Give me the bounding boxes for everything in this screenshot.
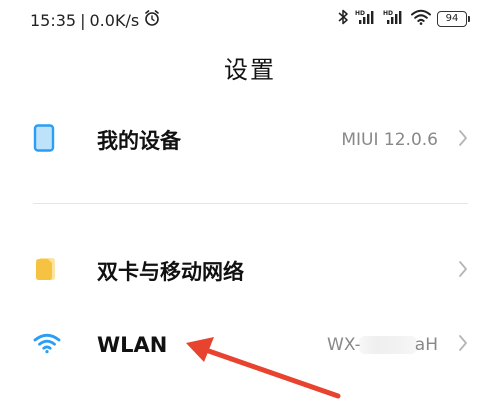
hd-signal-icon-2: HD [383, 8, 405, 30]
hd-signal-icon: HD [355, 8, 377, 30]
wifi-status-icon [411, 9, 431, 29]
phone-icon [33, 124, 55, 156]
wifi-name-prefix: WX- [327, 335, 361, 355]
svg-text:HD: HD [355, 10, 365, 17]
row-label-my-device: 我的设备 [97, 129, 181, 153]
wifi-name-suffix: aH [414, 335, 438, 355]
status-net-speed: 0.0K/s [89, 10, 140, 30]
status-bar: 15:35 | 0.0K/s HD HD 94 [0, 0, 500, 38]
chevron-right-icon [458, 334, 468, 356]
status-right: HD HD 94 [337, 8, 470, 30]
section-divider [33, 203, 468, 204]
status-time: 15:35 [30, 10, 77, 30]
battery-cap [468, 16, 470, 22]
wifi-name-redacted [358, 336, 417, 354]
status-separator: | [80, 10, 86, 30]
alarm-icon [143, 9, 161, 31]
battery-level: 94 [437, 11, 467, 27]
row-label-sim-network: 双卡与移动网络 [97, 260, 244, 284]
settings-row-sim-network[interactable]: 双卡与移动网络 [0, 239, 500, 303]
wifi-icon [33, 332, 61, 358]
chevron-right-icon [458, 260, 468, 282]
settings-row-my-device[interactable]: 我的设备 MIUI 12.0.6 [0, 108, 500, 172]
bluetooth-icon [337, 8, 349, 30]
page-title: 设置 [224, 56, 276, 84]
chevron-right-icon [458, 129, 468, 151]
settings-row-wlan[interactable]: WLAN WX-aH [0, 313, 500, 377]
battery-icon: 94 [437, 11, 470, 27]
svg-text:HD: HD [383, 10, 393, 17]
row-label-wlan: WLAN [97, 333, 168, 357]
row-value-miui-version: MIUI 12.0.6 [341, 130, 438, 150]
status-left: 15:35 | 0.0K/s [30, 9, 161, 31]
row-value-wifi-name: WX-aH [327, 335, 438, 355]
sim-card-icon [33, 256, 57, 286]
settings-screen: 15:35 | 0.0K/s HD HD 94 设置 我的设备 MIUI 12.… [0, 0, 500, 401]
